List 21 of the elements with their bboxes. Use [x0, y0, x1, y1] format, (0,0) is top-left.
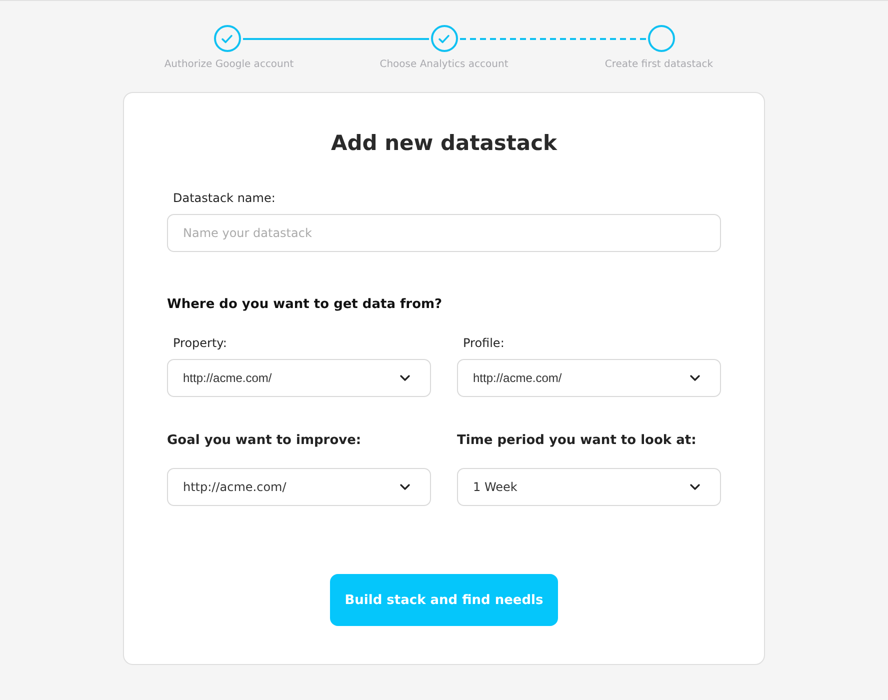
form-title: Add new datastack	[330, 131, 558, 155]
dropdown-field[interactable]: 1 Week	[457, 468, 721, 506]
chevron-down-icon	[400, 484, 410, 490]
step-label: Authorize Google account	[164, 59, 294, 70]
check-icon	[438, 34, 450, 44]
field-label: Datastack name:	[172, 191, 276, 205]
check-icon	[221, 34, 233, 44]
field-label: Property:	[172, 336, 228, 350]
name-input-field[interactable]: Name your datastack	[167, 214, 721, 252]
dropdown-field[interactable]: http://acme.com/	[167, 468, 431, 506]
dropdown-field[interactable]: http://acme.com/	[457, 359, 721, 397]
step-label: Create first datastack	[604, 59, 714, 70]
field-label: Profile:	[462, 336, 506, 350]
field-label: Time period you want to look at:	[457, 433, 698, 448]
chevron-down-icon	[690, 484, 700, 490]
chevron-down-icon	[690, 375, 700, 381]
section-heading: Where do you want to get data from?	[167, 297, 444, 312]
chevron-down-icon	[400, 375, 410, 381]
field-label: Goal you want to improve:	[167, 433, 362, 448]
dropdown-field[interactable]: http://acme.com/	[167, 359, 431, 397]
step-label: Choose Analytics account	[380, 59, 508, 70]
